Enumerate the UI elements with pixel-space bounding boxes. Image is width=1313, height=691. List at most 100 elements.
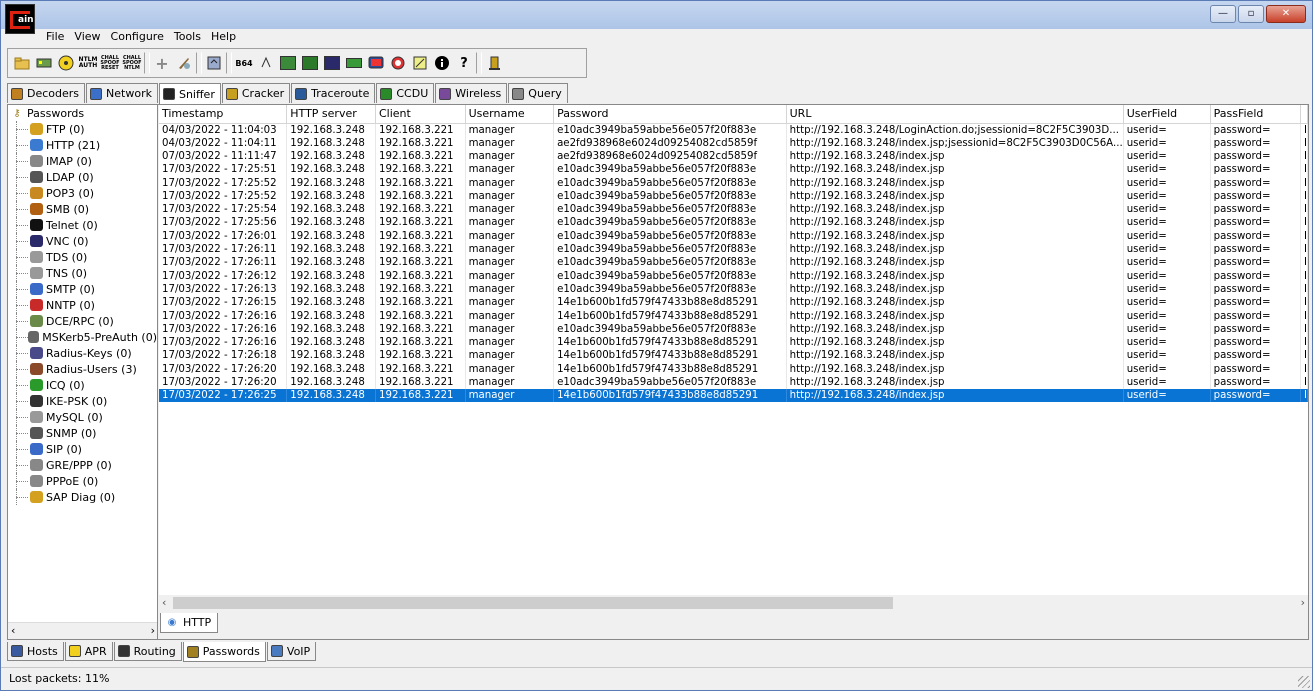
tree-item[interactable]: SIP (0) bbox=[8, 441, 157, 457]
menu-help[interactable]: Help bbox=[206, 29, 241, 45]
mem-icon[interactable] bbox=[344, 53, 364, 73]
tree-item[interactable]: Telnet (0) bbox=[8, 217, 157, 233]
table-row[interactable]: 17/03/2022 - 17:26:20 192.168.3.248 192.16… bbox=[159, 362, 1308, 376]
tree-item[interactable]: ICQ (0) bbox=[8, 377, 157, 393]
table-row[interactable]: 17/03/2022 - 17:26:13 192.168.3.248 192.16… bbox=[159, 282, 1308, 297]
tree-item[interactable]: LDAP (0) bbox=[8, 169, 157, 185]
table-row[interactable]: 17/03/2022 - 17:25:56 192.168.3.248 192.16… bbox=[159, 216, 1308, 230]
tree-item[interactable]: DCE/RPC (0) bbox=[8, 313, 157, 329]
table-row[interactable]: 17/03/2022 - 17:26:18 192.168.3.248 192.16… bbox=[159, 349, 1308, 363]
table-row[interactable]: 17/03/2022 - 17:25:51 192.168.3.248 192.16… bbox=[159, 163, 1308, 177]
tab-decoders[interactable]: Decoders bbox=[7, 83, 86, 103]
info-icon[interactable] bbox=[432, 53, 452, 73]
table-row[interactable]: 17/03/2022 - 17:26:16 192.168.3.248 192.16… bbox=[159, 335, 1308, 350]
tree-item[interactable]: TDS (0) bbox=[8, 249, 157, 265]
scroll-left-arrow-icon[interactable]: ‹ bbox=[162, 596, 166, 609]
close-button[interactable]: ✕ bbox=[1266, 5, 1306, 23]
table-row[interactable]: 17/03/2022 - 17:26:25 192.168.3.248 192.16… bbox=[159, 389, 1308, 403]
menu-configure[interactable]: Configure bbox=[106, 29, 169, 45]
table-row[interactable]: 17/03/2022 - 17:26:01 192.168.3.248 192.16… bbox=[159, 229, 1308, 243]
bottom-tab-passwords[interactable]: Passwords bbox=[182, 642, 266, 662]
exit-icon[interactable] bbox=[484, 53, 504, 73]
grid-horizontal-scrollbar[interactable]: ‹ › bbox=[159, 595, 1308, 612]
table-row[interactable]: 17/03/2022 - 17:26:12 192.168.3.248 192.16… bbox=[159, 269, 1308, 283]
edit-icon[interactable] bbox=[410, 53, 430, 73]
tree-item[interactable]: MSKerb5-PreAuth (0) bbox=[8, 329, 157, 345]
tree-item[interactable]: SMTP (0) bbox=[8, 281, 157, 297]
open-folder-icon[interactable] bbox=[12, 53, 32, 73]
tree-item[interactable]: GRE/PPP (0) bbox=[8, 457, 157, 473]
tree-item[interactable]: POP3 (0) bbox=[8, 185, 157, 201]
scroll-right-arrow-icon[interactable]: › bbox=[1301, 596, 1305, 609]
bottom-tab-routing[interactable]: Routing bbox=[113, 642, 182, 661]
table-row[interactable]: 17/03/2022 - 17:26:16 192.168.3.248 192.16… bbox=[159, 309, 1308, 323]
bottom-tab-apr[interactable]: APR bbox=[64, 642, 113, 661]
resize-grip[interactable] bbox=[1298, 676, 1310, 688]
column-header[interactable]: UserField bbox=[1123, 105, 1211, 124]
table-row[interactable]: 04/03/2022 - 11:04:11 192.168.3.248 192.16… bbox=[159, 136, 1308, 150]
table-row[interactable]: 17/03/2022 - 17:25:54 192.168.3.248 192.16… bbox=[159, 202, 1308, 217]
menu-view[interactable]: View bbox=[69, 29, 105, 45]
lsa-icon[interactable] bbox=[278, 53, 298, 73]
help-icon[interactable]: ? bbox=[454, 53, 474, 73]
tree-item[interactable]: FTP (0) bbox=[8, 121, 157, 137]
minimize-button[interactable]: — bbox=[1210, 5, 1236, 23]
tree-item[interactable]: MySQL (0) bbox=[8, 409, 157, 425]
tree-item[interactable]: SMB (0) bbox=[8, 201, 157, 217]
table-row[interactable]: 17/03/2022 - 17:25:52 192.168.3.248 192.16… bbox=[159, 176, 1308, 190]
tab-network[interactable]: Network bbox=[86, 83, 158, 103]
tree-root-passwords[interactable]: ⚷ Passwords bbox=[8, 105, 157, 121]
tree-item[interactable]: VNC (0) bbox=[8, 233, 157, 249]
tree-item[interactable]: Radius-Users (3) bbox=[8, 361, 157, 377]
lsa2-icon[interactable] bbox=[300, 53, 320, 73]
results-grid[interactable]: Timestamp HTTP server Client Username Passwo… bbox=[159, 105, 1308, 595]
tab-wireless[interactable]: Wireless bbox=[435, 83, 508, 103]
menu-tools[interactable]: Tools bbox=[169, 29, 206, 45]
tab-sniffer[interactable]: Sniffer bbox=[158, 83, 221, 104]
tree-item[interactable]: Radius-Keys (0) bbox=[8, 345, 157, 361]
bottom-tab-voip[interactable]: VoIP bbox=[266, 642, 317, 661]
column-header[interactable]: Timestamp bbox=[159, 105, 288, 124]
column-header[interactable]: Client bbox=[375, 105, 466, 124]
title-bar[interactable]: — ▫ ✕ bbox=[1, 1, 1312, 29]
chall-spoof-reset-icon[interactable]: CHALL SPOOF RESET bbox=[100, 53, 120, 73]
scroll-right-arrow-icon[interactable]: › bbox=[151, 624, 155, 637]
scrollbar-thumb[interactable] bbox=[173, 597, 893, 609]
tree-item[interactable]: SAP Diag (0) bbox=[8, 489, 157, 505]
globe-icon[interactable] bbox=[388, 53, 408, 73]
menu-file[interactable]: File bbox=[41, 29, 69, 45]
password-tree[interactable]: ⚷ Passwords FTP (0) HTTP (21) IMAP (0) LDAP… bbox=[8, 105, 158, 639]
tab-cracker[interactable]: Cracker bbox=[221, 83, 291, 103]
tab-query[interactable]: Query bbox=[508, 83, 568, 103]
tree-item[interactable]: TNS (0) bbox=[8, 265, 157, 281]
table-row[interactable]: 17/03/2022 - 17:26:16 192.168.3.248 192.16… bbox=[159, 322, 1308, 336]
table-row[interactable]: 17/03/2022 - 17:26:20 192.168.3.248 192.16… bbox=[159, 375, 1308, 390]
tree-item[interactable]: IMAP (0) bbox=[8, 153, 157, 169]
column-header[interactable]: HTTP server bbox=[286, 105, 376, 124]
recycle-icon[interactable] bbox=[204, 53, 224, 73]
tree-item[interactable]: IKE-PSK (0) bbox=[8, 393, 157, 409]
terminal-icon[interactable] bbox=[256, 53, 276, 73]
bottom-tab-hosts[interactable]: Hosts bbox=[7, 642, 64, 661]
scroll-left-arrow-icon[interactable]: ‹ bbox=[11, 624, 15, 637]
table-row[interactable]: 17/03/2022 - 17:26:11 192.168.3.248 192.16… bbox=[159, 256, 1308, 270]
table-row[interactable]: 17/03/2022 - 17:25:52 192.168.3.248 192.16… bbox=[159, 189, 1308, 203]
tab-ccdu[interactable]: CCDU bbox=[376, 83, 435, 103]
table-row[interactable]: 04/03/2022 - 11:04:03 192.168.3.248 192.16… bbox=[159, 123, 1308, 137]
column-header[interactable]: Username bbox=[465, 105, 555, 124]
ntlm-auth-icon[interactable]: NTLM AUTH bbox=[78, 53, 98, 73]
column-header[interactable]: URL bbox=[786, 105, 1124, 124]
subtab-http[interactable]: ◉ HTTP bbox=[160, 613, 219, 633]
table-row[interactable]: 17/03/2022 - 17:26:11 192.168.3.248 192.16… bbox=[159, 242, 1308, 257]
column-header[interactable] bbox=[1300, 105, 1308, 124]
column-header[interactable]: Password bbox=[553, 105, 787, 124]
maximize-button[interactable]: ▫ bbox=[1238, 5, 1264, 23]
column-header[interactable]: PassField bbox=[1210, 105, 1301, 124]
monitor-icon[interactable] bbox=[366, 53, 386, 73]
broom-icon[interactable] bbox=[174, 53, 194, 73]
app-logo-icon[interactable]: ain bbox=[5, 4, 35, 34]
tree-item[interactable]: SNMP (0) bbox=[8, 425, 157, 441]
tree-horizontal-scrollbar[interactable]: ‹ › bbox=[8, 622, 157, 639]
tab-traceroute[interactable]: Traceroute bbox=[291, 83, 376, 103]
table-row[interactable]: 17/03/2022 - 17:26:15 192.168.3.248 192.16… bbox=[159, 296, 1308, 310]
